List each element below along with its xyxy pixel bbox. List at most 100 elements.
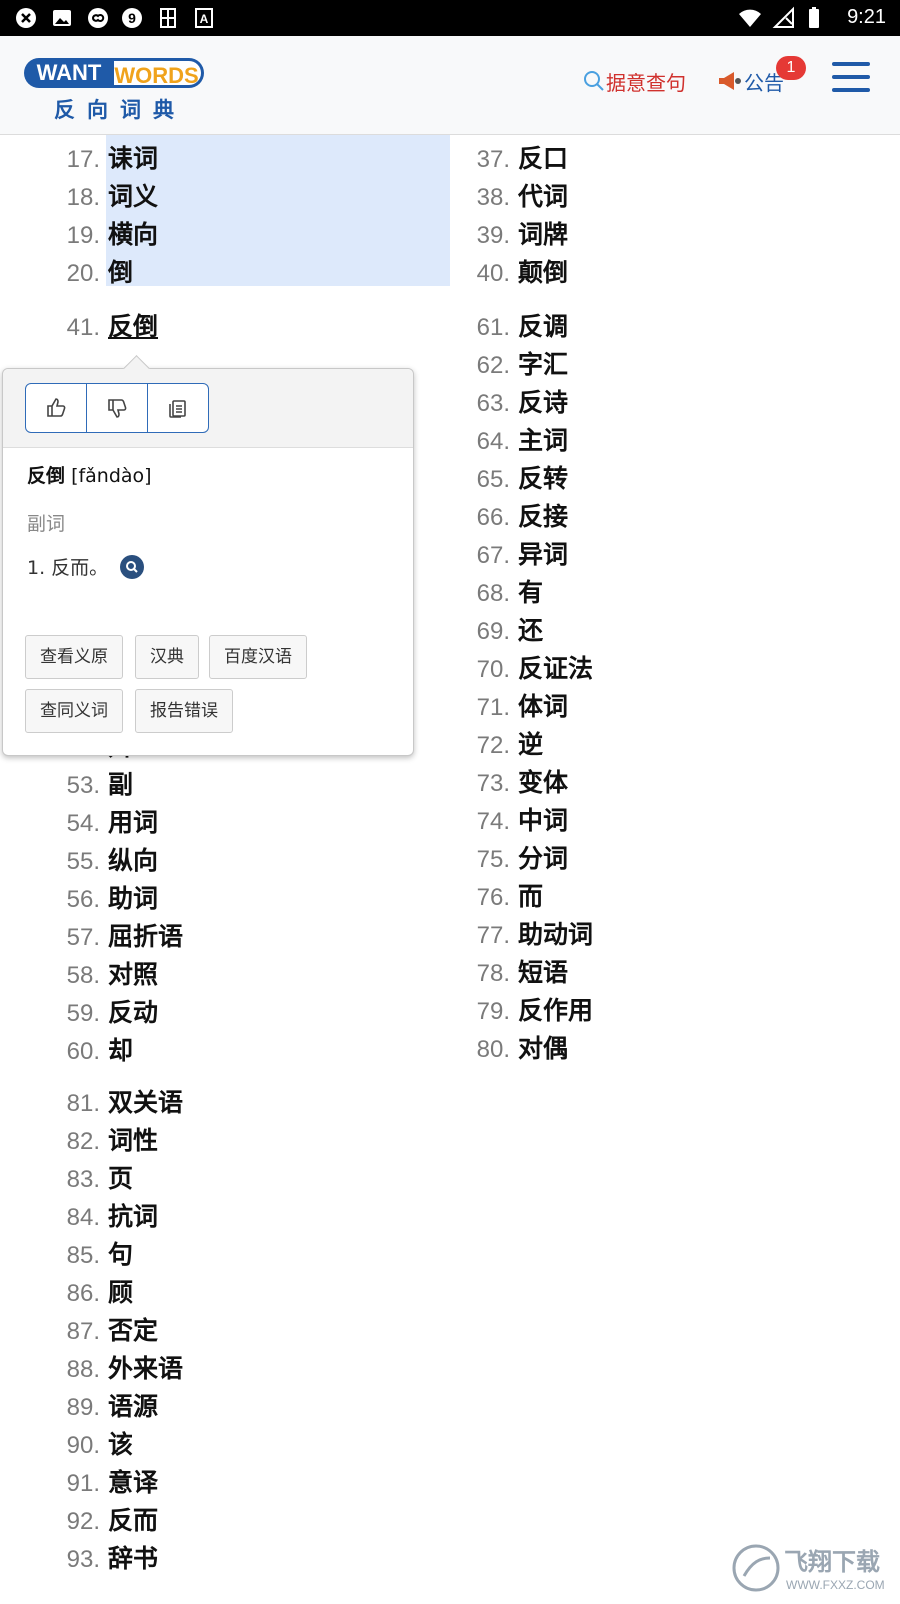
list-item[interactable]: 84 抗词 <box>54 1198 158 1236</box>
report-error-button[interactable]: 报告错误 <box>135 689 233 733</box>
list-item[interactable]: 64 主词 <box>464 422 568 460</box>
list-item[interactable]: 40 颠倒 <box>464 254 568 292</box>
list-item[interactable]: 62 字汇 <box>464 346 568 384</box>
find-synonyms-button[interactable]: 查同义词 <box>25 689 123 733</box>
item-number: 75 <box>464 841 510 879</box>
list-item[interactable]: 56 助词 <box>54 880 158 918</box>
status-time: 9:21 <box>847 6 886 28</box>
like-button[interactable] <box>26 384 87 432</box>
item-number: 19 <box>54 217 100 255</box>
list-item[interactable]: 18 词义 <box>54 178 158 216</box>
list-item[interactable]: 53 副 <box>54 766 133 804</box>
list-item[interactable]: 54 用词 <box>54 804 158 842</box>
list-item[interactable]: 92 反而 <box>54 1502 158 1540</box>
copy-button[interactable] <box>148 384 208 432</box>
item-word: 反口 <box>518 144 569 173</box>
item-number: 60 <box>54 1033 100 1071</box>
item-word: 外来语 <box>108 1354 184 1383</box>
item-word: 屈折语 <box>108 922 184 951</box>
list-item[interactable]: 65 反转 <box>464 460 568 498</box>
sentence-search-link[interactable]: 据意查句 <box>582 66 686 96</box>
list-item[interactable]: 67 异词 <box>464 536 568 574</box>
item-word: 反倒 <box>108 312 159 341</box>
item-number: 65 <box>464 461 510 499</box>
list-item[interactable]: 86 顾 <box>54 1274 133 1312</box>
item-word: 反接 <box>518 502 569 531</box>
list-item[interactable]: 93 辞书 <box>54 1540 158 1578</box>
item-word: 反转 <box>518 464 569 493</box>
list-item-selected[interactable]: 41 反倒 <box>54 308 158 346</box>
list-item[interactable]: 75 分词 <box>464 840 568 878</box>
list-item[interactable]: 78 短语 <box>464 954 568 992</box>
list-item[interactable]: 73 变体 <box>464 764 568 802</box>
list-item[interactable]: 38 代词 <box>464 178 568 216</box>
list-item[interactable]: 37 反口 <box>464 140 568 178</box>
notice-link[interactable]: 公告 <box>716 66 784 96</box>
list-item[interactable]: 80 对偶 <box>464 1030 568 1068</box>
item-number: 85 <box>54 1237 100 1275</box>
list-item[interactable]: 77 助动词 <box>464 916 593 954</box>
list-item[interactable]: 68 有 <box>464 574 543 612</box>
list-item[interactable]: 82 词性 <box>54 1122 158 1160</box>
copy-icon <box>169 400 186 418</box>
list-item[interactable]: 63 反诗 <box>464 384 568 422</box>
baidu-hanyu-button[interactable]: 百度汉语 <box>209 635 307 679</box>
list-item[interactable]: 83 页 <box>54 1160 133 1198</box>
thumbs-down-icon <box>108 399 127 418</box>
list-item[interactable]: 59 反动 <box>54 994 158 1032</box>
item-number: 67 <box>464 537 510 575</box>
app-icon: 9 <box>122 8 142 28</box>
list-item[interactable]: 79 反作用 <box>464 992 593 1030</box>
item-number: 37 <box>464 141 510 179</box>
list-item[interactable]: 66 反接 <box>464 498 568 536</box>
list-item[interactable]: 89 语源 <box>54 1388 158 1426</box>
list-item[interactable]: 74 中词 <box>464 802 568 840</box>
item-number: 71 <box>464 689 510 727</box>
item-number: 64 <box>464 423 510 461</box>
item-word: 抗词 <box>108 1202 159 1231</box>
item-number: 84 <box>54 1199 100 1237</box>
handian-button[interactable]: 汉典 <box>135 635 199 679</box>
view-sememe-button[interactable]: 查看义原 <box>25 635 123 679</box>
list-item[interactable]: 87 否定 <box>54 1312 158 1350</box>
item-word: 句 <box>108 1240 134 1269</box>
list-item[interactable]: 19 横向 <box>54 216 158 254</box>
list-item[interactable]: 81 双关语 <box>54 1084 183 1122</box>
item-number: 77 <box>464 917 510 955</box>
word-list: 17 诔词 18 词义 19 横向 20 倒 37 反口 38 代词 39 词牌 40 颠倒 4… <box>0 134 900 1600</box>
app-header: WANT WORDS 反向词典 据意查句 公告 1 <box>0 36 900 135</box>
item-number: 69 <box>464 613 510 651</box>
list-item[interactable]: 85 句 <box>54 1236 133 1274</box>
item-number: 74 <box>464 803 510 841</box>
dislike-button[interactable] <box>87 384 148 432</box>
list-item[interactable]: 88 外来语 <box>54 1350 183 1388</box>
list-item[interactable]: 60 却 <box>54 1032 133 1070</box>
list-item[interactable]: 76 而 <box>464 878 543 916</box>
item-number: 57 <box>54 919 100 957</box>
list-item[interactable]: 55 纵向 <box>54 842 158 880</box>
item-number: 61 <box>464 309 510 347</box>
list-item[interactable]: 17 诔词 <box>54 140 158 178</box>
list-item[interactable]: 57 屈折语 <box>54 918 183 956</box>
item-word: 主词 <box>518 426 569 455</box>
list-item[interactable]: 71 体词 <box>464 688 568 726</box>
item-number: 87 <box>54 1313 100 1351</box>
thumbs-up-icon <box>47 398 66 417</box>
item-word: 语源 <box>108 1392 159 1421</box>
item-word: 对偶 <box>518 1034 569 1063</box>
list-item[interactable]: 61 反调 <box>464 308 568 346</box>
menu-icon[interactable] <box>832 62 870 94</box>
list-item[interactable]: 20 倒 <box>54 254 133 292</box>
list-item[interactable]: 58 对照 <box>54 956 158 994</box>
list-item[interactable]: 70 反证法 <box>464 650 593 688</box>
list-item[interactable]: 72 逆 <box>464 726 543 764</box>
item-number: 91 <box>54 1465 100 1503</box>
item-number: 82 <box>54 1123 100 1161</box>
list-item[interactable]: 91 意译 <box>54 1464 158 1502</box>
list-item[interactable]: 69 还 <box>464 612 543 650</box>
search-definition-icon[interactable] <box>120 554 145 579</box>
item-word: 用词 <box>108 808 159 837</box>
item-word: 变体 <box>518 768 569 797</box>
list-item[interactable]: 90 该 <box>54 1426 133 1464</box>
list-item[interactable]: 39 词牌 <box>464 216 568 254</box>
